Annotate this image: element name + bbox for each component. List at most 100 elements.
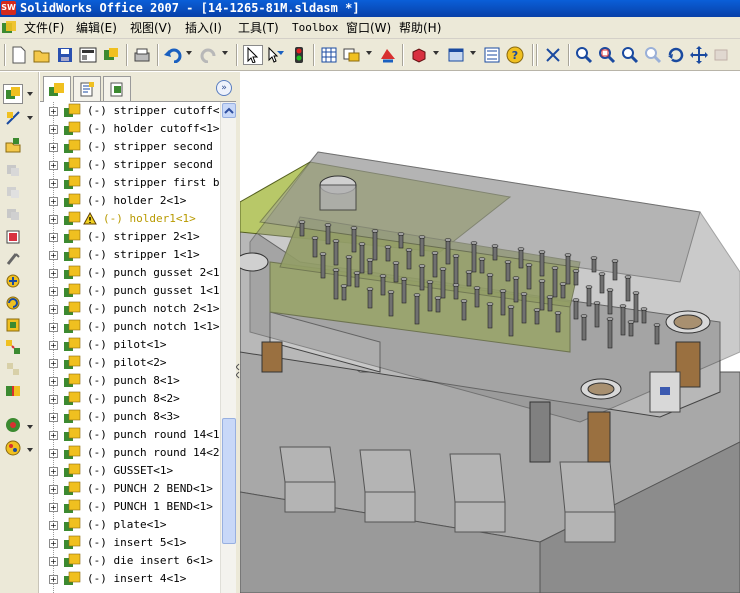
expand-node-icon[interactable]: + [49, 575, 58, 584]
open-icon[interactable] [32, 45, 52, 65]
move-component-icon[interactable] [3, 271, 23, 291]
section-dropdown-icon[interactable] [433, 51, 439, 55]
expand-node-icon[interactable]: + [49, 179, 58, 188]
redo-icon[interactable] [199, 45, 219, 65]
feature-manager-tab[interactable] [43, 76, 71, 102]
print-preview-icon[interactable] [132, 45, 152, 65]
undo-dropdown-icon[interactable] [186, 51, 192, 55]
tree-item[interactable]: + (-) stripper first ben [40, 174, 220, 192]
menu-window[interactable]: 窗口(W) [346, 20, 391, 36]
display-style-dropdown-icon[interactable] [470, 51, 476, 55]
appearance-icon[interactable] [3, 438, 23, 458]
grayed-view-icon[interactable] [712, 45, 732, 65]
expand-node-icon[interactable]: + [49, 431, 58, 440]
expand-node-icon[interactable]: + [49, 467, 58, 476]
assembly-features-dropdown-icon[interactable] [27, 425, 33, 429]
tree-item[interactable]: + (-) stripper second be [40, 156, 220, 174]
property-manager-tab[interactable] [73, 76, 101, 101]
tree-item[interactable]: + (-) insert 5<1> [40, 534, 220, 552]
tree-item[interactable]: + (-) PUNCH 2 BEND<1> [40, 480, 220, 498]
insert-component-icon[interactable] [3, 135, 23, 155]
tree-item[interactable]: + (-) stripper 1<1> [40, 246, 220, 264]
mate-icon[interactable] [3, 249, 23, 269]
zoom-area-icon[interactable] [597, 45, 617, 65]
configuration-manager-tab[interactable] [103, 76, 131, 101]
tree-item[interactable]: + (-) holder 2<1> [40, 192, 220, 210]
expand-node-icon[interactable]: + [49, 323, 58, 332]
tree-item[interactable]: + (-) PUNCH 1 BEND<1> [40, 498, 220, 516]
expand-node-icon[interactable]: + [49, 377, 58, 386]
rebuild-icon[interactable] [101, 45, 121, 65]
appearance-dropdown-icon[interactable] [27, 448, 33, 452]
display-style-icon[interactable] [446, 45, 466, 65]
view-orientation-icon[interactable] [378, 45, 398, 65]
select-filter-icon[interactable] [266, 45, 286, 65]
tree-item[interactable]: + (-) die insert 6<1> [40, 552, 220, 570]
tree-item[interactable]: + (-) GUSSET<1> [40, 462, 220, 480]
tree-item[interactable]: + (-) punch round 14<2> [40, 444, 220, 462]
tree-item[interactable]: + (-) punch gusset 2<1> [40, 264, 220, 282]
expand-node-icon[interactable]: + [49, 161, 58, 170]
section-icon[interactable] [409, 45, 429, 65]
expand-node-icon[interactable]: + [49, 557, 58, 566]
grid-icon[interactable] [319, 45, 339, 65]
edit-component-icon[interactable] [3, 227, 23, 247]
tree-item[interactable]: + (-) punch 8<1> [40, 372, 220, 390]
menu-file[interactable]: 文件(F) [24, 20, 64, 36]
hide-component-icon[interactable] [3, 160, 23, 180]
expand-node-icon[interactable]: + [49, 197, 58, 206]
expand-node-icon[interactable]: + [49, 341, 58, 350]
expand-node-icon[interactable]: + [49, 359, 58, 368]
feature-tree-scrollbar[interactable] [220, 102, 236, 593]
zoom-out-icon[interactable] [643, 45, 663, 65]
tree-item[interactable]: + (-) holder1<1> [40, 210, 220, 228]
interference-detection-icon[interactable] [3, 381, 23, 401]
menu-toolbox[interactable]: Toolbox [292, 20, 338, 36]
expand-node-icon[interactable]: + [49, 287, 58, 296]
smart-dimension-icon[interactable] [3, 108, 23, 128]
help-icon[interactable]: ? [505, 45, 525, 65]
tree-item[interactable]: + (-) pilot<2> [40, 354, 220, 372]
expand-node-icon[interactable]: + [49, 305, 58, 314]
expand-node-icon[interactable]: + [49, 125, 58, 134]
assembly-mode-dropdown-icon[interactable] [27, 92, 33, 96]
smart-fasteners-icon[interactable] [3, 315, 23, 335]
expand-node-icon[interactable]: + [49, 449, 58, 458]
expand-panel-button[interactable]: » [216, 80, 232, 96]
explode-line-icon[interactable] [3, 359, 23, 379]
expand-node-icon[interactable]: + [49, 521, 58, 530]
tree-item[interactable]: + (-) pilot<1> [40, 336, 220, 354]
menu-insert[interactable]: 插入(I) [185, 20, 222, 36]
tree-item[interactable]: + (-) punch 8<3> [40, 408, 220, 426]
tree-item[interactable]: + (-) stripper cutoff<1> [40, 102, 220, 120]
scroll-thumb[interactable] [222, 418, 236, 544]
assembly-features-icon[interactable] [3, 415, 23, 435]
redo-dropdown-icon[interactable] [222, 51, 228, 55]
assembly-mode-icon[interactable] [3, 84, 23, 104]
tree-item[interactable]: + (-) punch gusset 1<1> [40, 282, 220, 300]
pan-icon[interactable] [689, 45, 709, 65]
new-icon[interactable] [9, 45, 29, 65]
expand-node-icon[interactable]: + [49, 251, 58, 260]
expand-node-icon[interactable]: + [49, 413, 58, 422]
display-dropdown-icon[interactable] [366, 51, 372, 55]
tree-item[interactable]: + (-) punch round 14<1> [40, 426, 220, 444]
tree-item[interactable]: + (-) plate<1> [40, 516, 220, 534]
tree-item[interactable]: + (-) holder cutoff<1> [40, 120, 220, 138]
change-suppression-icon[interactable] [3, 204, 23, 224]
tree-item[interactable]: + (-) insert 4<1> [40, 570, 220, 588]
expand-node-icon[interactable]: + [49, 539, 58, 548]
graphics-area[interactable] [240, 72, 740, 593]
expand-node-icon[interactable]: + [49, 107, 58, 116]
expand-node-icon[interactable]: + [49, 269, 58, 278]
save-icon[interactable] [55, 45, 75, 65]
print-icon[interactable] [78, 45, 98, 65]
menu-view[interactable]: 视图(V) [130, 20, 172, 36]
tree-item[interactable]: + (-) punch 8<2> [40, 390, 220, 408]
expand-node-icon[interactable]: + [49, 143, 58, 152]
list-icon[interactable] [482, 45, 502, 65]
explode-view-icon[interactable] [3, 337, 23, 357]
expand-node-icon[interactable]: + [49, 395, 58, 404]
expand-node-icon[interactable]: + [49, 503, 58, 512]
tree-item[interactable]: + (-) stripper second be [40, 138, 220, 156]
